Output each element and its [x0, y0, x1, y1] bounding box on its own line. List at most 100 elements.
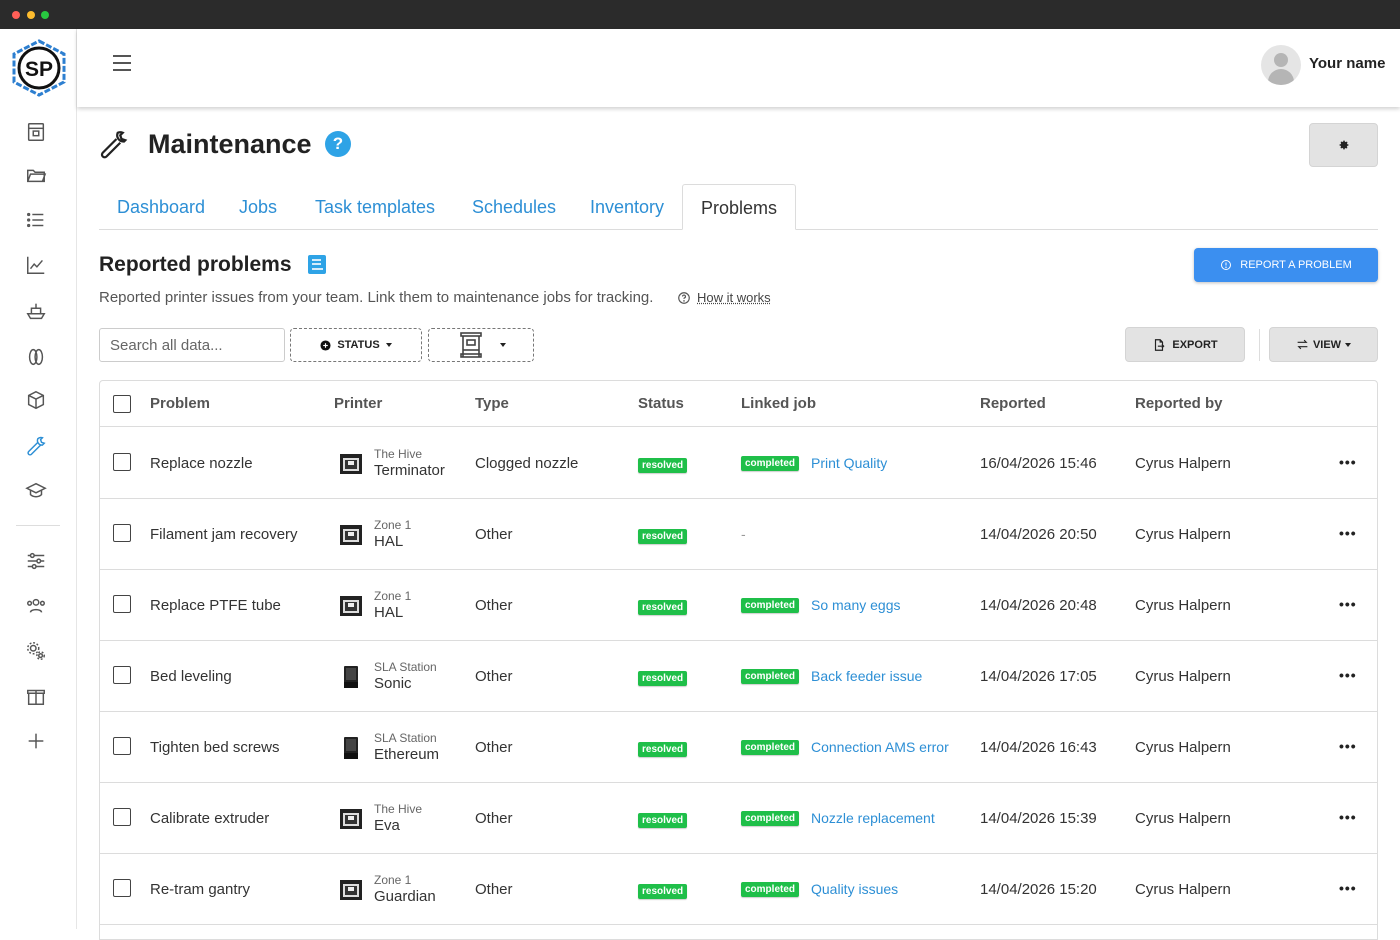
status-filter-button[interactable]: STATUS: [290, 328, 422, 362]
table-row[interactable]: Bed leveling SLA Station Sonic Other resolve…: [100, 641, 1377, 712]
users-icon[interactable]: [22, 592, 50, 620]
tab-jobs[interactable]: Jobs: [221, 184, 295, 230]
row-checkbox[interactable]: [113, 666, 131, 684]
ship-icon[interactable]: [22, 297, 50, 325]
box-icon[interactable]: [22, 386, 50, 414]
chevron-down-icon: [385, 343, 392, 347]
user-name[interactable]: Your name: [1309, 55, 1385, 72]
help-icon[interactable]: ?: [325, 131, 351, 157]
row-checkbox[interactable]: [113, 737, 131, 755]
table-row[interactable]: Re-tram gantry Zone 1 Guardian Other resolve…: [100, 854, 1377, 925]
row-actions-icon[interactable]: •••: [1339, 880, 1357, 896]
chevron-down-icon: [1345, 342, 1352, 347]
problem-name[interactable]: Filament jam recovery: [150, 526, 298, 543]
tab-dashboard[interactable]: Dashboard: [99, 184, 223, 230]
logo[interactable]: SP: [9, 39, 69, 97]
view-label: VIEW: [1312, 338, 1342, 351]
header-status[interactable]: Status: [638, 395, 684, 412]
chart-icon[interactable]: [22, 251, 50, 279]
printer-filter-icon: [460, 332, 482, 358]
graduation-cap-icon[interactable]: [22, 477, 50, 505]
printer-group: SLA Station: [374, 660, 437, 674]
row-actions-icon[interactable]: •••: [1339, 525, 1357, 541]
menu-toggle-icon[interactable]: [113, 55, 131, 71]
status-badge: resolved: [638, 600, 688, 615]
row-checkbox[interactable]: [113, 879, 131, 897]
close-window-dot[interactable]: [12, 11, 20, 19]
search-input[interactable]: [99, 328, 285, 362]
row-actions-icon[interactable]: •••: [1339, 667, 1357, 683]
printer-name[interactable]: Terminator: [374, 462, 445, 479]
row-checkbox[interactable]: [113, 524, 131, 542]
tab-schedules[interactable]: Schedules: [454, 184, 574, 230]
printer-filter-button[interactable]: [428, 328, 534, 362]
printer-name[interactable]: Guardian: [374, 888, 436, 905]
row-actions-icon[interactable]: •••: [1339, 596, 1357, 612]
problem-name[interactable]: Tighten bed screws: [150, 739, 280, 756]
header-reported[interactable]: Reported: [980, 395, 1046, 412]
wrench-icon[interactable]: [22, 432, 50, 460]
folder-icon[interactable]: [22, 161, 50, 189]
problem-name[interactable]: Bed leveling: [150, 668, 232, 685]
avatar[interactable]: [1261, 45, 1301, 85]
status-filter-label: STATUS: [337, 339, 380, 351]
export-button[interactable]: EXPORT: [1125, 327, 1245, 362]
linked-job-link[interactable]: Connection AMS error: [811, 739, 949, 755]
problem-name[interactable]: Calibrate extruder: [150, 810, 269, 827]
printer-name[interactable]: Sonic: [374, 675, 412, 692]
table-row[interactable]: Replace PTFE tube Zone 1 HAL Other resolved c…: [100, 570, 1377, 641]
tab-problems[interactable]: Problems: [682, 184, 797, 230]
linked-job-link[interactable]: Back feeder issue: [811, 668, 922, 684]
table-row[interactable]: Tighten bed screws SLA Station Ethereum Oth…: [100, 712, 1377, 783]
tab-bar: Dashboard Jobs Task templates Schedules …: [99, 184, 1378, 230]
how-it-works-link[interactable]: How it works: [697, 290, 771, 305]
tab-task-templates[interactable]: Task templates: [297, 184, 453, 230]
reported-by: Cyrus Halpern: [1135, 526, 1231, 543]
row-actions-icon[interactable]: •••: [1339, 809, 1357, 825]
gift-icon[interactable]: [22, 682, 50, 710]
linked-job-link[interactable]: So many eggs: [811, 597, 901, 613]
book-icon[interactable]: [307, 254, 327, 275]
table-row[interactable]: Calibrate extruder The Hive Eva Other resolv…: [100, 783, 1377, 854]
select-all-checkbox[interactable]: [113, 395, 131, 413]
problem-name[interactable]: Re-tram gantry: [150, 881, 250, 898]
spool-icon[interactable]: [22, 343, 50, 371]
header-problem[interactable]: Problem: [150, 395, 210, 412]
plus-icon[interactable]: [22, 727, 50, 755]
linked-job-link[interactable]: Nozzle replacement: [811, 810, 935, 826]
linked-job-link[interactable]: Quality issues: [811, 881, 898, 897]
printer-name[interactable]: Ethereum: [374, 746, 439, 763]
row-checkbox[interactable]: [113, 453, 131, 471]
sliders-icon[interactable]: [22, 547, 50, 575]
table-row[interactable]: Filament jam recovery Zone 1 HAL Other resol…: [100, 499, 1377, 570]
row-checkbox[interactable]: [113, 595, 131, 613]
problem-name[interactable]: Replace nozzle: [150, 455, 253, 472]
status-badge: resolved: [638, 671, 688, 686]
maximize-window-dot[interactable]: [41, 11, 49, 19]
header-linked-job[interactable]: Linked job: [741, 395, 816, 412]
tab-inventory[interactable]: Inventory: [572, 184, 682, 230]
row-actions-icon[interactable]: •••: [1339, 738, 1357, 754]
printer-name[interactable]: HAL: [374, 533, 403, 550]
minimize-window-dot[interactable]: [27, 11, 35, 19]
view-button[interactable]: VIEW: [1269, 327, 1378, 362]
report-problem-button[interactable]: REPORT A PROBLEM: [1194, 248, 1378, 282]
sidebar-divider: [16, 525, 60, 526]
header-reported-by[interactable]: Reported by: [1135, 395, 1223, 412]
linked-job-link[interactable]: Print Quality: [811, 455, 887, 471]
header-type[interactable]: Type: [475, 395, 509, 412]
printer-thumbnail-icon: [339, 523, 363, 547]
problem-name[interactable]: Replace PTFE tube: [150, 597, 281, 614]
printer-icon[interactable]: [22, 118, 50, 146]
printer-name[interactable]: Eva: [374, 817, 400, 834]
chevron-down-icon: [500, 343, 506, 347]
printer-name[interactable]: HAL: [374, 604, 403, 621]
settings-button[interactable]: [1309, 123, 1378, 167]
header-printer[interactable]: Printer: [334, 395, 382, 412]
row-checkbox[interactable]: [113, 808, 131, 826]
status-badge: resolved: [638, 813, 688, 828]
table-row[interactable]: Replace nozzle The Hive Terminator Clogged …: [100, 428, 1377, 499]
gears-icon[interactable]: [22, 637, 50, 665]
row-actions-icon[interactable]: •••: [1339, 454, 1357, 470]
list-icon[interactable]: [22, 206, 50, 234]
